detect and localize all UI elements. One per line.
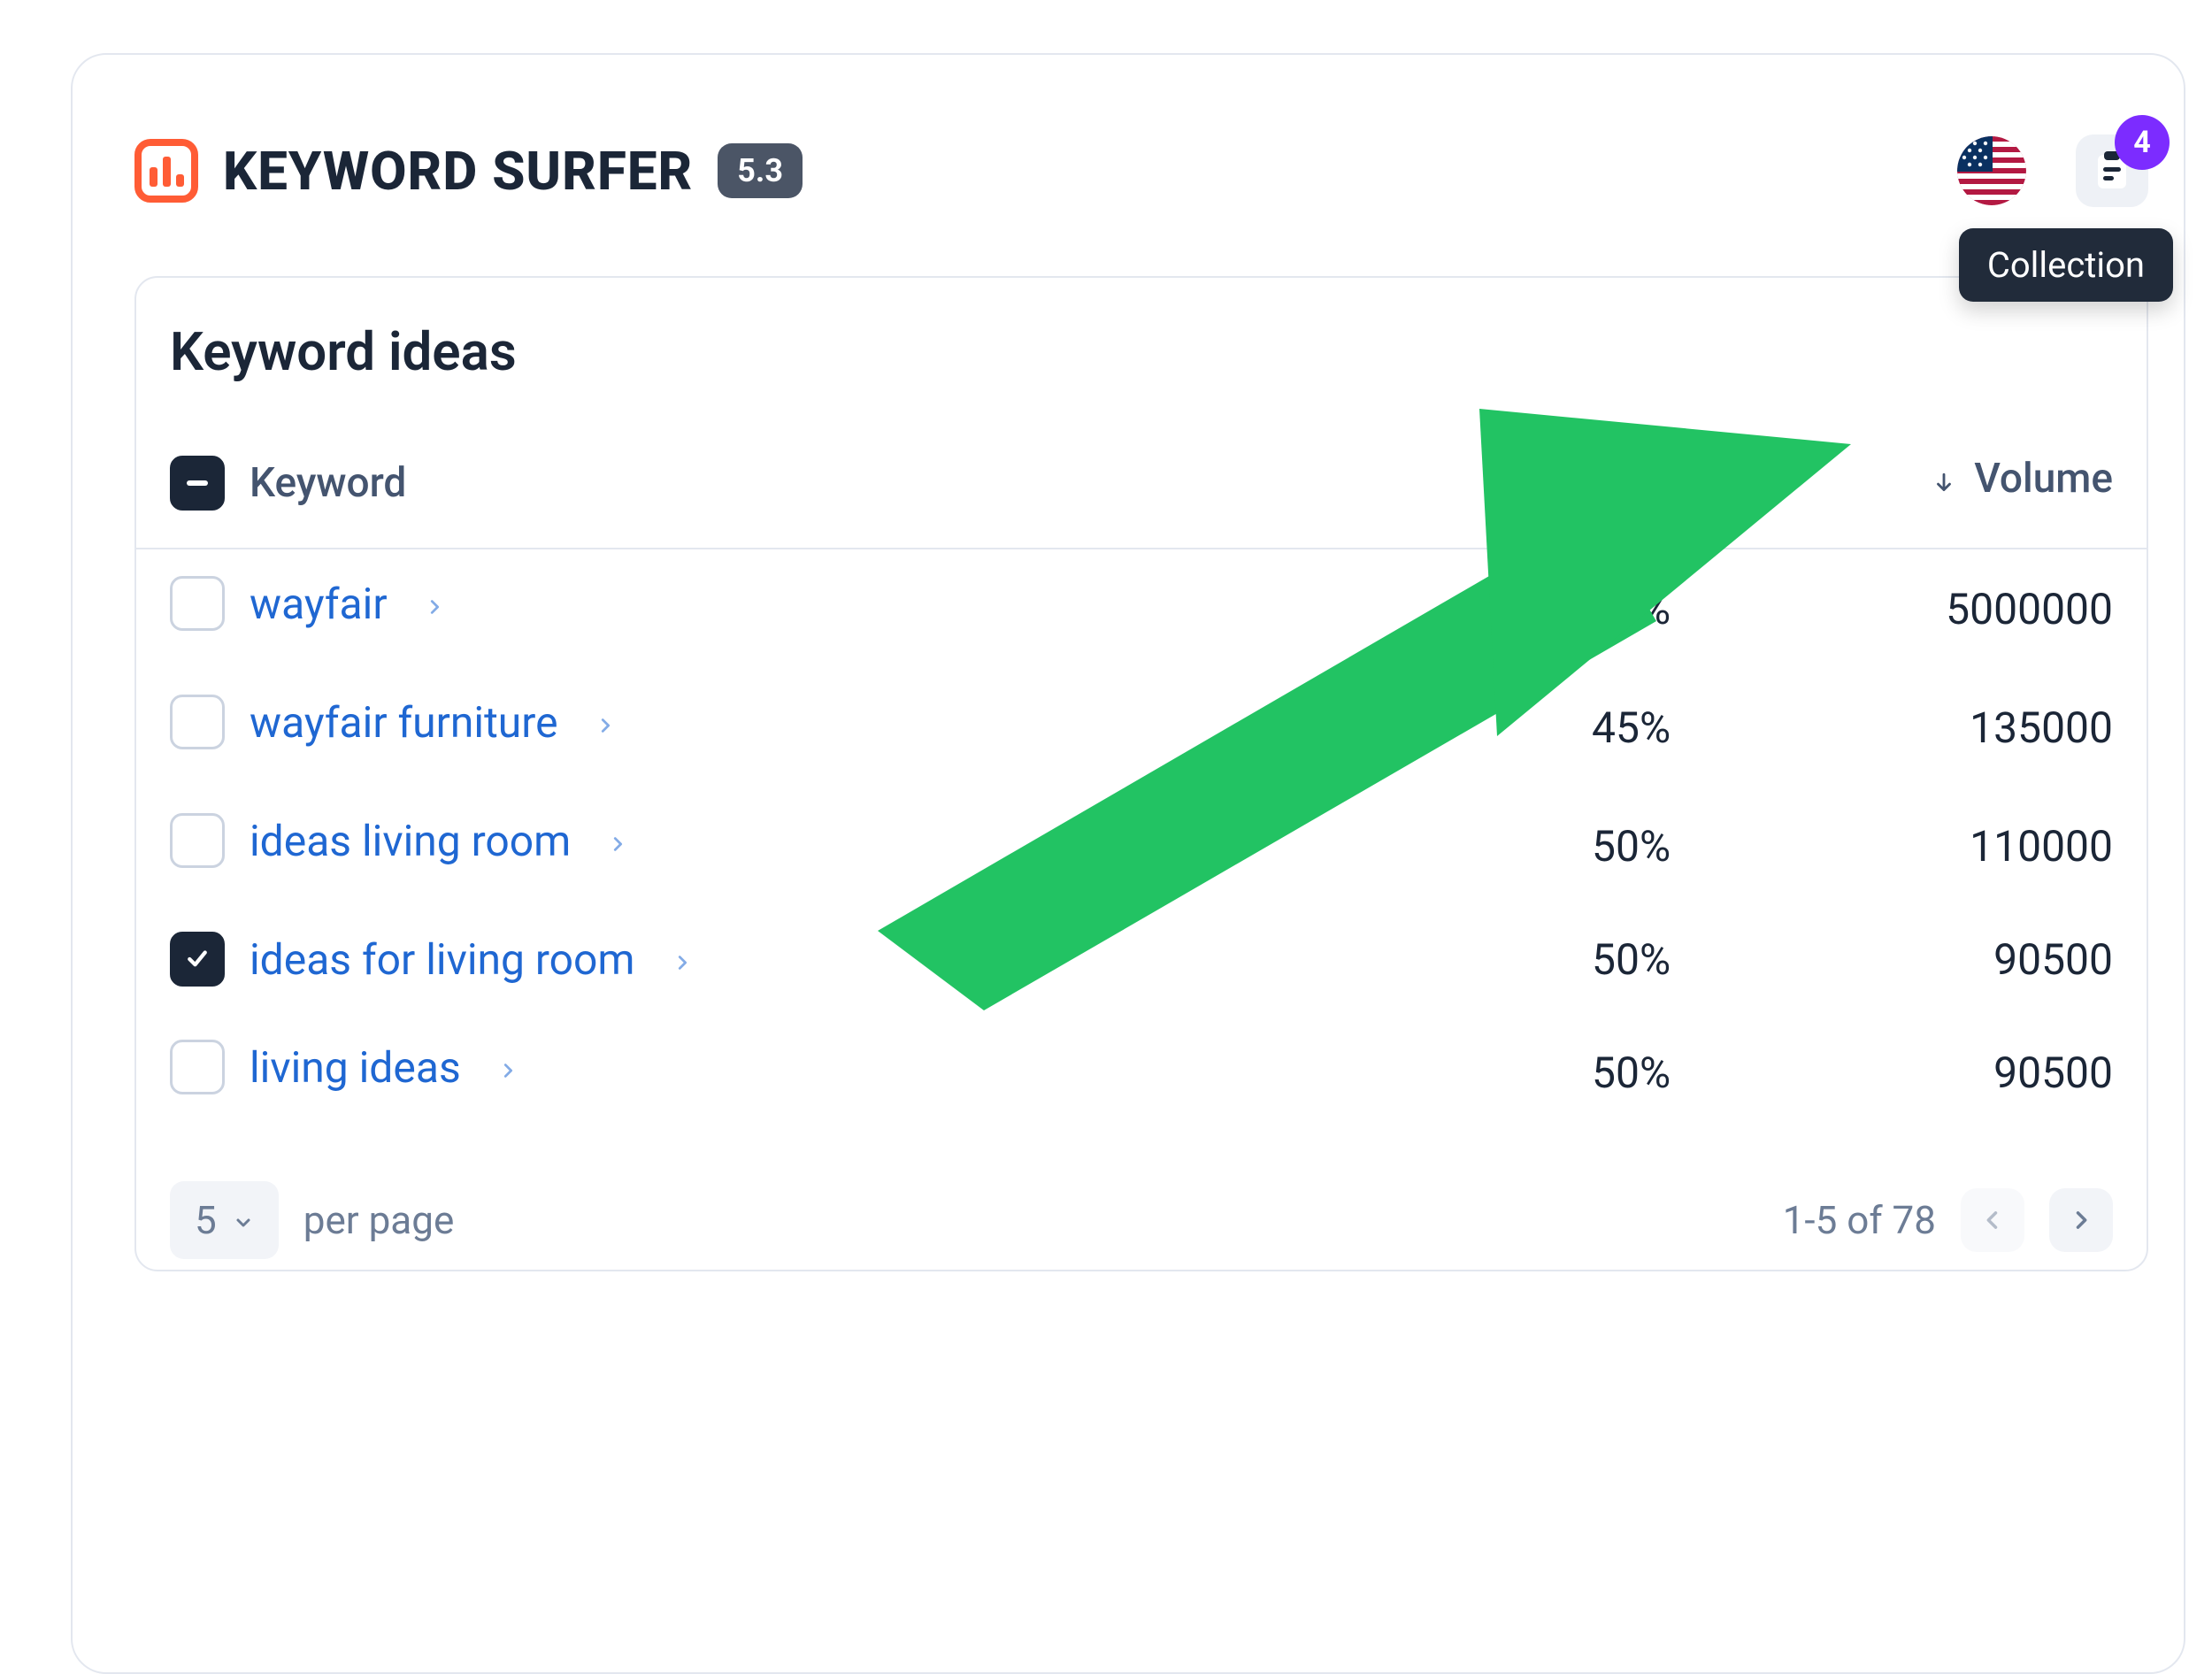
chevron-right-icon (2069, 1208, 2093, 1232)
keyword-link[interactable]: ideas living room (250, 816, 571, 866)
panel: KEYWORD SURFER 5.3 (71, 53, 2185, 1674)
collection-count-badge: 4 (2115, 115, 2170, 170)
card-title: Keyword ideas (136, 320, 2147, 424)
chevron-right-icon (608, 816, 627, 866)
table-row: living ideas 50%90500 (136, 1013, 2147, 1132)
sort-desc-icon (1932, 457, 1955, 504)
volume-cell: 90500 (1704, 905, 2147, 1013)
keyword-link[interactable]: wayfair furniture (250, 697, 558, 748)
perpage-select[interactable]: 5 (170, 1181, 279, 1259)
collection-button-wrap: 4 Collection (2076, 134, 2148, 207)
overlap-cell: 50% (1302, 905, 1704, 1013)
row-checkbox[interactable] (170, 932, 225, 987)
table-row: ideas for living room 50%90500 (136, 905, 2147, 1013)
collection-tooltip: Collection (1959, 228, 2173, 302)
perpage-label: per page (303, 1197, 455, 1243)
select-all-checkbox[interactable] (170, 456, 225, 511)
keyword-ideas-card: Keyword ideas Keyword ap (134, 276, 2148, 1271)
overlap-cell: 50% (1302, 549, 1704, 668)
table-footer: 5 per page 1-5 of 78 (136, 1132, 2147, 1270)
row-checkbox[interactable] (170, 695, 225, 749)
chevron-right-icon (672, 934, 692, 985)
country-flag-us[interactable] (1957, 136, 2026, 205)
keyword-link[interactable]: wayfair (250, 579, 388, 629)
overlap-cell: 50% (1302, 787, 1704, 905)
pagination-range: 1-5 of 78 (1783, 1197, 1936, 1243)
chevron-right-icon (498, 1042, 518, 1093)
perpage-value: 5 (195, 1197, 217, 1243)
keyword-link[interactable]: ideas for living room (250, 934, 635, 985)
keyword-link[interactable]: living ideas (250, 1042, 461, 1093)
volume-cell: 135000 (1704, 668, 2147, 787)
row-checkbox[interactable] (170, 1040, 225, 1094)
volume-cell: 5000000 (1704, 549, 2147, 668)
col-overlap-label: ap (1626, 456, 1671, 503)
volume-cell: 110000 (1704, 787, 2147, 905)
prev-page-button[interactable] (1961, 1188, 2024, 1252)
next-page-button[interactable] (2049, 1188, 2113, 1252)
chevron-right-icon (595, 697, 615, 748)
row-checkbox[interactable] (170, 813, 225, 868)
overlap-cell: 50% (1302, 1013, 1704, 1132)
table-row: wayfair 50%5000000 (136, 549, 2147, 668)
overlap-cell: 45% (1302, 668, 1704, 787)
brand-name: KEYWORD SURFER (223, 140, 693, 203)
brand-logo-icon (134, 139, 198, 203)
keyword-table: Keyword ap Volume wayfair50%5000000wayfa… (136, 424, 2147, 1132)
chevron-down-icon (233, 1197, 254, 1243)
volume-cell: 90500 (1704, 1013, 2147, 1132)
col-keyword-header[interactable]: Keyword (136, 424, 1302, 549)
chevron-left-icon (1980, 1208, 2005, 1232)
col-volume-label: Volume (1974, 455, 2113, 503)
row-checkbox[interactable] (170, 576, 225, 631)
topbar: KEYWORD SURFER 5.3 (134, 134, 2148, 207)
col-overlap-header[interactable]: ap (1302, 424, 1704, 549)
col-volume-header[interactable]: Volume (1704, 424, 2147, 549)
chevron-right-icon (425, 579, 444, 629)
col-keyword-label: Keyword (250, 459, 406, 507)
version-badge: 5.3 (718, 143, 803, 198)
table-row: ideas living room 50%110000 (136, 787, 2147, 905)
table-row: wayfair furniture 45%135000 (136, 668, 2147, 787)
